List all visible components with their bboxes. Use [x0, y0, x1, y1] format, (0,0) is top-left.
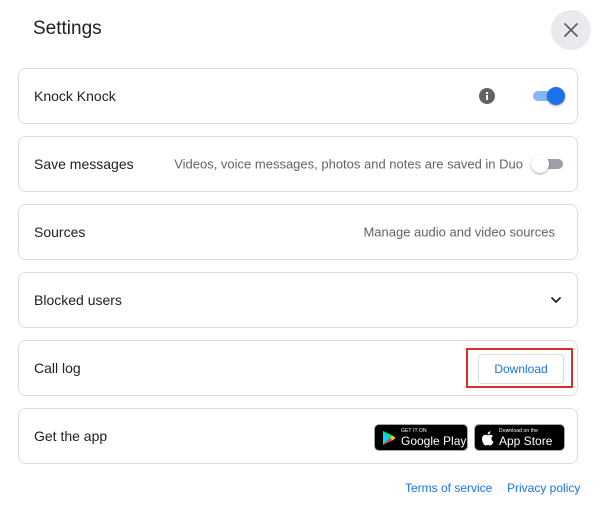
app-store-badge[interactable]: Download on the App Store	[474, 424, 565, 451]
dialog-title: Settings	[33, 18, 102, 39]
info-glyph	[486, 92, 488, 100]
close-button[interactable]	[551, 10, 591, 50]
google-play-icon	[383, 430, 396, 445]
sources-label: Sources	[34, 224, 86, 240]
setting-call-log: Call log Download	[18, 340, 578, 396]
toggle-thumb	[547, 87, 565, 105]
apple-icon	[481, 430, 494, 446]
save-messages-label: Save messages	[34, 156, 134, 172]
google-play-badge[interactable]: GET IT ON Google Play	[374, 424, 468, 451]
setting-knock-knock: Knock Knock	[18, 68, 578, 124]
save-messages-toggle[interactable]	[531, 154, 565, 174]
setting-save-messages: Save messages Videos, voice messages, ph…	[18, 136, 578, 192]
setting-sources[interactable]: Sources Manage audio and video sources	[18, 204, 578, 260]
settings-dialog: Settings Knock Knock Save messages Video…	[0, 0, 600, 509]
save-messages-description: Videos, voice messages, photos and notes…	[174, 156, 523, 172]
app-store-big-text: App Store	[499, 433, 553, 448]
chevron-down-icon[interactable]	[549, 293, 563, 307]
call-log-label: Call log	[34, 360, 81, 376]
get-the-app-label: Get the app	[34, 428, 108, 444]
blocked-users-label: Blocked users	[34, 292, 122, 308]
app-store-small-text: Download on the	[499, 427, 539, 434]
google-play-text: GET IT ON Google Play	[401, 427, 467, 448]
app-store-text: Download on the App Store	[499, 427, 553, 448]
knock-knock-label: Knock Knock	[34, 88, 116, 104]
toggle-thumb	[531, 155, 549, 173]
sources-description[interactable]: Manage audio and video sources	[363, 225, 555, 240]
knock-knock-toggle[interactable]	[531, 86, 565, 106]
google-play-small-text: GET IT ON	[401, 427, 427, 434]
setting-get-the-app: Get the app GET IT ON Google Play Downlo…	[18, 408, 578, 464]
privacy-policy-link[interactable]: Privacy policy	[507, 481, 580, 495]
download-button[interactable]: Download	[478, 354, 564, 384]
setting-blocked-users[interactable]: Blocked users	[18, 272, 578, 328]
google-play-big-text: Google Play	[401, 433, 467, 448]
close-icon	[564, 23, 578, 37]
info-icon[interactable]	[479, 88, 495, 104]
terms-of-service-link[interactable]: Terms of service	[405, 481, 492, 495]
